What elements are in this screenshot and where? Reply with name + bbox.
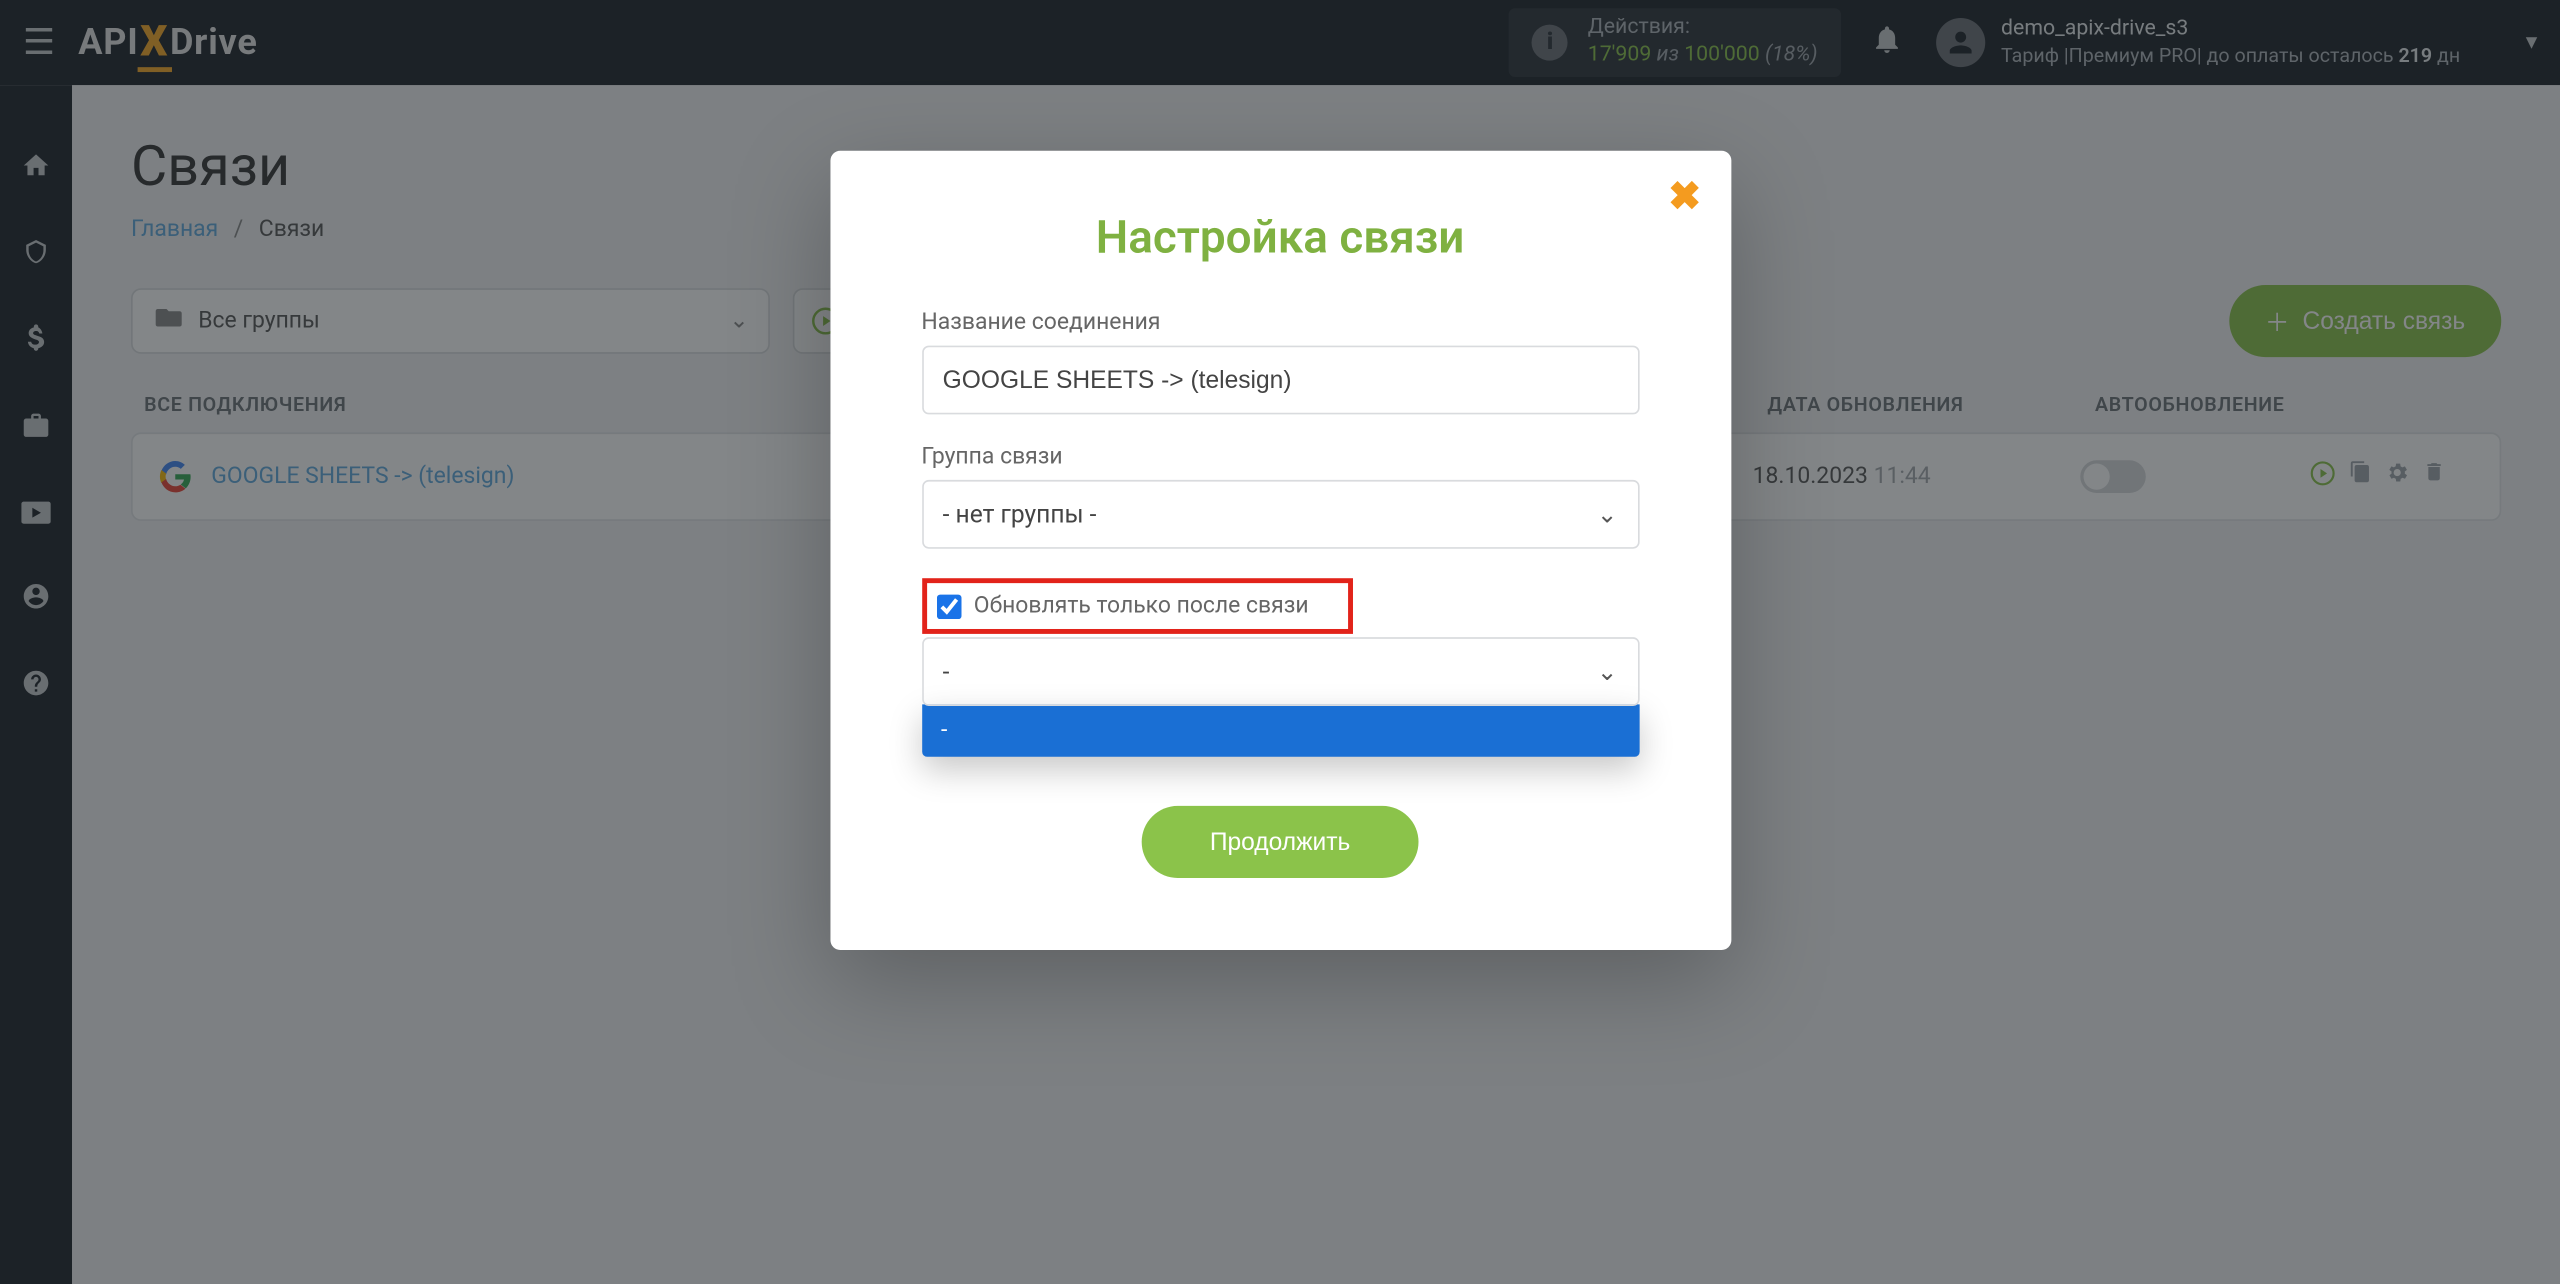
after-value: - (943, 657, 950, 686)
after-connection-select[interactable]: - ⌄ (921, 637, 1638, 706)
continue-button[interactable]: Продолжить (1141, 806, 1419, 878)
update-after-checkbox[interactable] (936, 594, 961, 619)
group-value: - нет группы - (943, 500, 1097, 529)
chevron-down-icon: ⌄ (1597, 657, 1618, 686)
name-label: Название соединения (921, 310, 1638, 336)
close-icon[interactable]: ✖ (1668, 174, 1701, 220)
chevron-down-icon: ⌄ (1597, 500, 1618, 529)
modal-title: Настройка связи (921, 210, 1638, 264)
dropdown-option[interactable]: - (921, 704, 1638, 756)
checkbox-label: Обновлять только после связи (974, 593, 1309, 619)
group-label: Группа связи (921, 444, 1638, 470)
update-after-checkbox-row[interactable]: Обновлять только после связи (921, 578, 1352, 634)
connection-group-select[interactable]: - нет группы - ⌄ (921, 480, 1638, 549)
connection-name-input[interactable] (921, 346, 1638, 415)
connection-settings-modal: ✖ Настройка связи Название соединения Гр… (830, 151, 1731, 950)
